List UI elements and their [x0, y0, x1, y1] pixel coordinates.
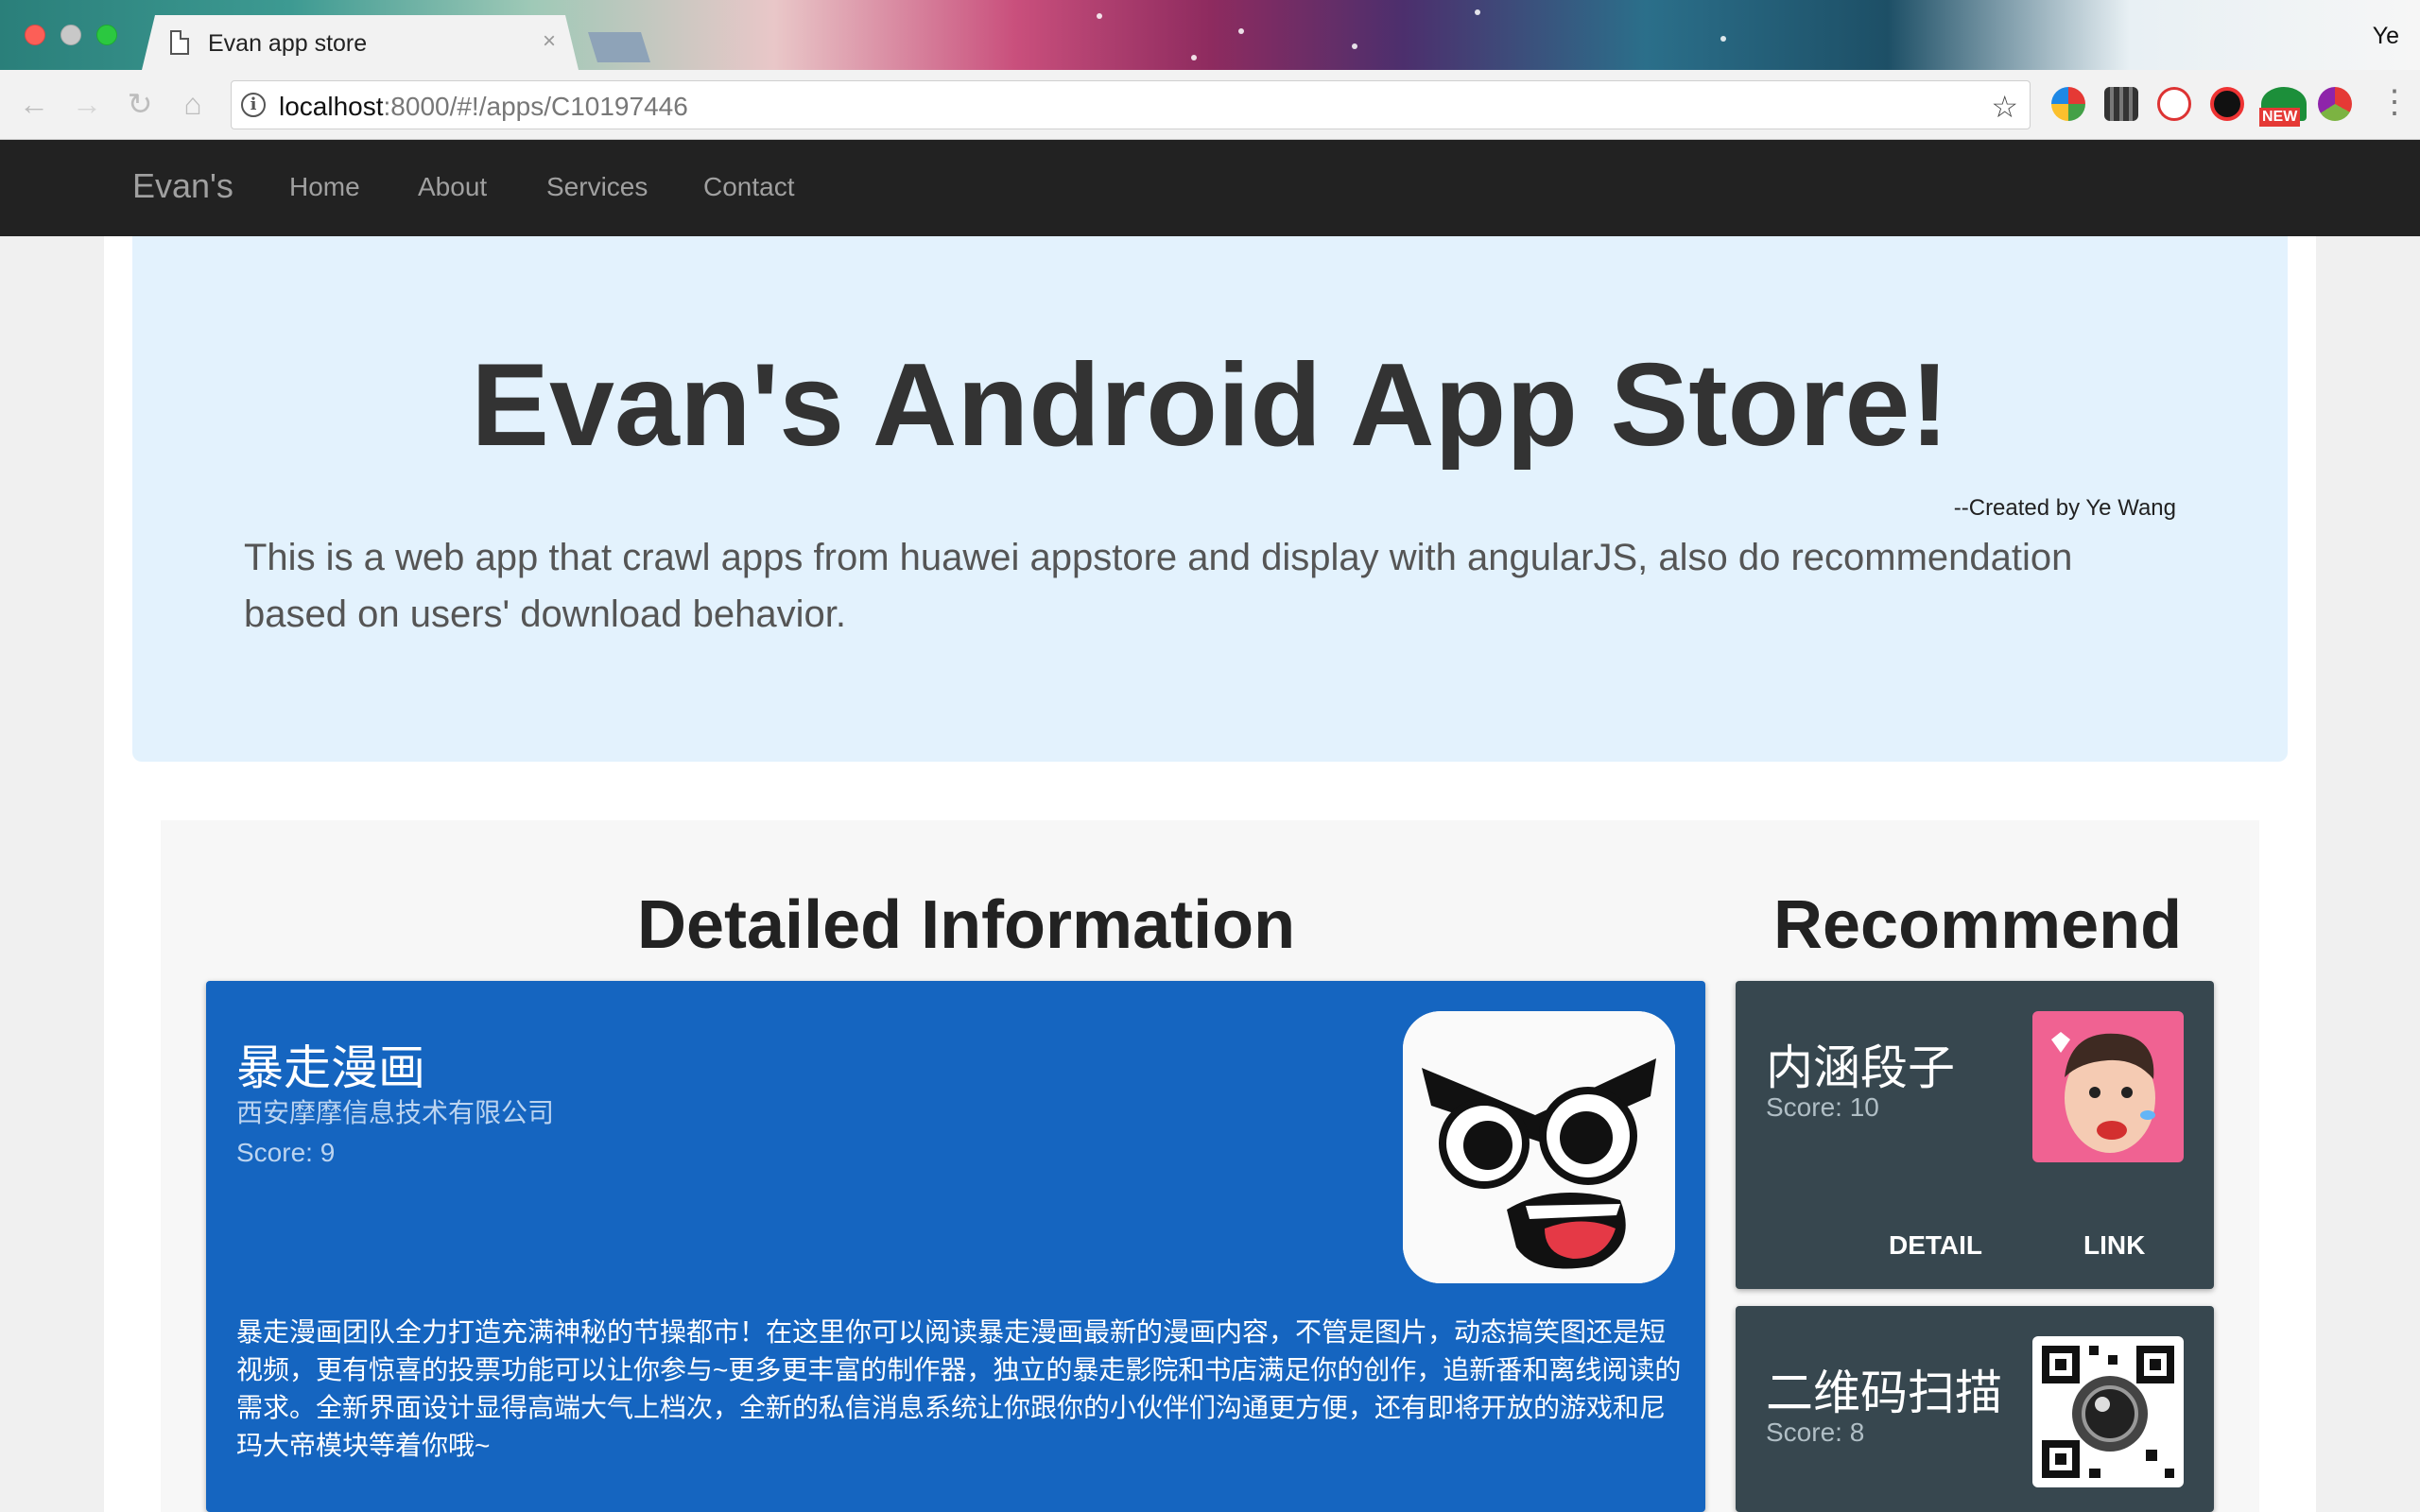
app-description: 暴走漫画团队全力打造充满神秘的节操都市！在这里你可以阅读暴走漫画最新的漫画内容，… — [236, 1317, 1682, 1460]
browser-toolbar: ← → ↻ ⌂ i localhost:8000/#!/apps/C101974… — [0, 70, 2420, 140]
bookmark-star-icon[interactable]: ☆ — [1991, 89, 2018, 125]
site-navbar: Evan's Home About Services Contact — [0, 140, 2420, 236]
cartoon-face-icon — [2032, 1011, 2184, 1162]
reload-button[interactable]: ↻ — [121, 85, 159, 123]
nav-link-about[interactable]: About — [418, 172, 487, 202]
hero-lead: This is a web app that crawl apps from h… — [244, 537, 2073, 635]
wallpaper-star — [1238, 28, 1244, 34]
nav-link-home[interactable]: Home — [289, 172, 360, 202]
hero-title: Evan's Android App Store! — [471, 340, 1949, 471]
link-button[interactable]: LINK — [2083, 1230, 2145, 1261]
browser-tab[interactable]: Evan app store × — [142, 15, 579, 70]
wallpaper-star — [1191, 55, 1197, 60]
document-icon — [170, 30, 189, 55]
recommend-card: 二维码扫描 Score: 8 — [1736, 1306, 2214, 1512]
maximize-window-button[interactable] — [96, 25, 117, 45]
new-tab-button[interactable] — [588, 32, 650, 62]
extension-mascot-icon[interactable] — [2157, 87, 2191, 121]
address-bar[interactable]: i localhost:8000/#!/apps/C10197446 ☆ — [231, 80, 2031, 129]
new-badge: NEW — [2259, 108, 2301, 127]
app-score: Score: 9 — [236, 1138, 336, 1167]
app-publisher: 西安摩摩信息技术有限公司 — [236, 1098, 555, 1127]
recommend-app-score: Score: 10 — [1766, 1092, 1879, 1122]
qr-code-icon — [2032, 1336, 2184, 1487]
rage-face-app-icon — [1403, 1011, 1675, 1283]
minimize-window-button[interactable] — [60, 25, 81, 45]
navbar-brand[interactable]: Evan's — [132, 166, 233, 206]
rage-face-icon — [1403, 1011, 1675, 1283]
recommend-app-name: 二维码扫描 — [1766, 1366, 2002, 1419]
browser-titlebar: Evan app store × Ye — [0, 0, 2420, 70]
recommend-app-name: 内涵段子 — [1766, 1041, 1955, 1094]
app-name: 暴走漫画 — [236, 1041, 425, 1094]
recommend-card: 内涵段子 Score: 10 DETAIL LINK — [1736, 981, 2214, 1289]
extension-chrome-icon[interactable] — [2051, 87, 2085, 121]
recommend-app-score: Score: 8 — [1766, 1418, 1865, 1447]
url-path: :8000/#!/apps/C10197446 — [383, 92, 688, 121]
extension-film-icon[interactable] — [2104, 87, 2138, 121]
detail-button[interactable]: DETAIL — [1889, 1230, 1982, 1261]
browser-menu-icon[interactable]: ⋮ — [2378, 83, 2411, 121]
wallpaper-star — [1352, 43, 1357, 49]
nav-link-services[interactable]: Services — [546, 172, 648, 202]
url-host: localhost — [279, 92, 384, 121]
tab-close-button[interactable]: × — [543, 28, 556, 55]
wallpaper-star — [1720, 36, 1726, 42]
wallpaper-star — [1475, 9, 1480, 15]
hero-jumbotron: Evan's Android App Store! --Created by Y… — [132, 236, 2288, 762]
wallpaper-star — [1097, 13, 1102, 19]
detail-heading: Detailed Information — [637, 887, 1296, 963]
extension-new-icon[interactable]: NEW — [2259, 87, 2307, 127]
nav-link-contact[interactable]: Contact — [703, 172, 795, 202]
forward-button[interactable]: → — [68, 85, 106, 123]
close-window-button[interactable] — [25, 25, 45, 45]
url-text[interactable]: localhost:8000/#!/apps/C10197446 — [279, 92, 688, 122]
recommend-heading: Recommend — [1773, 887, 2183, 963]
cartoon-face-app-icon — [2032, 1011, 2184, 1162]
back-button[interactable]: ← — [15, 85, 53, 123]
extension-santa-icon[interactable] — [2210, 87, 2244, 121]
qr-code-app-icon — [2032, 1336, 2184, 1487]
profile-name[interactable]: Ye — [2373, 23, 2399, 50]
info-icon[interactable]: i — [241, 93, 266, 117]
app-detail-card: 暴走漫画 西安摩摩信息技术有限公司 Score: 9 暴走漫画团队全力打造充满神… — [206, 981, 1705, 1512]
tab-title: Evan app store — [208, 30, 368, 57]
hero-credit: --Created by Ye Wang — [1953, 495, 2176, 521]
home-button[interactable]: ⌂ — [174, 85, 212, 123]
extension-cube-icon[interactable] — [2318, 87, 2352, 121]
